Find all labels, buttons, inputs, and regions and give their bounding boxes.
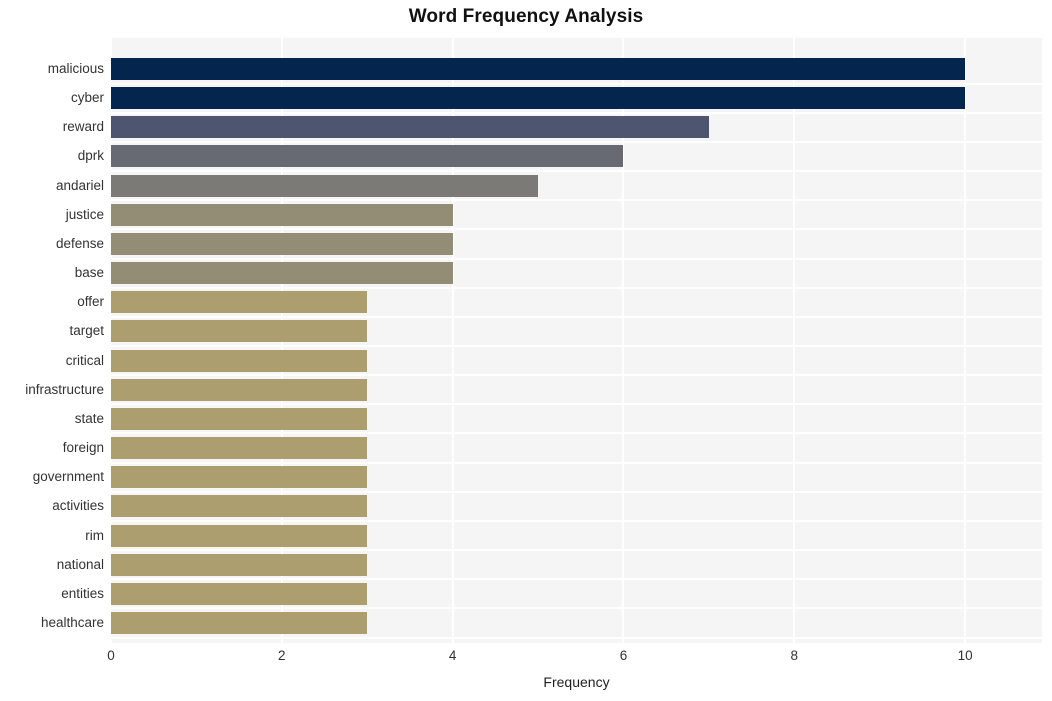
plot-area — [111, 38, 1042, 643]
y-gridline — [111, 315, 1042, 318]
y-axis-tick-labels: malicious cyber reward dprk andariel justice d… — [0, 38, 104, 643]
bar[interactable] — [111, 174, 539, 197]
word-frequency-chart: Word Frequency Analysis malicious cyber re… — [0, 0, 1052, 701]
y-gridline — [111, 228, 1042, 231]
y-axis-tick-label: rim — [85, 527, 104, 543]
x-axis-tick-labels: 0 2 4 6 8 10 — [107, 648, 1042, 668]
bar[interactable] — [111, 262, 453, 285]
bar[interactable] — [111, 611, 368, 634]
chart-title: Word Frequency Analysis — [408, 6, 644, 27]
y-gridline — [111, 344, 1042, 347]
bar[interactable] — [111, 232, 453, 255]
x-axis-title: Frequency — [543, 674, 610, 690]
bar[interactable] — [111, 553, 368, 576]
y-axis-tick-label: target — [69, 323, 104, 339]
bar[interactable] — [111, 437, 368, 460]
y-axis-tick-label: offer — [77, 294, 104, 310]
y-gridline — [111, 199, 1042, 202]
y-axis-tick-label: reward — [62, 119, 104, 135]
x-axis-tick-label: 0 — [107, 648, 115, 663]
y-axis-tick-label: andariel — [55, 177, 104, 193]
x-axis-tick-label: 10 — [957, 648, 973, 663]
bar[interactable] — [111, 407, 368, 430]
y-gridline — [111, 170, 1042, 173]
y-gridline — [111, 286, 1042, 289]
y-gridline — [111, 461, 1042, 464]
x-gridline — [964, 38, 967, 643]
bar[interactable] — [111, 203, 453, 226]
bar[interactable] — [111, 495, 368, 518]
x-axis-tick-label: 2 — [278, 648, 286, 663]
y-axis-tick-label: infrastructure — [25, 381, 104, 397]
y-gridline — [111, 490, 1042, 493]
y-gridline — [111, 636, 1042, 639]
bar[interactable] — [111, 58, 966, 80]
y-gridline — [111, 82, 1042, 85]
y-gridline — [111, 374, 1042, 377]
y-axis-tick-label: government — [32, 469, 104, 485]
y-axis-tick-label: base — [74, 265, 104, 281]
y-gridline — [111, 519, 1042, 522]
y-gridline — [111, 257, 1042, 260]
y-axis-tick-label: dprk — [77, 148, 104, 164]
y-axis-tick-label: defense — [55, 235, 104, 251]
bar[interactable] — [111, 291, 368, 314]
y-gridline — [111, 403, 1042, 406]
bar[interactable] — [111, 524, 368, 547]
y-gridline — [111, 549, 1042, 552]
y-axis-tick-label: foreign — [62, 440, 104, 456]
y-axis-tick-label: healthcare — [40, 614, 104, 630]
bar[interactable] — [111, 378, 368, 401]
x-axis-tick-label: 6 — [619, 648, 628, 663]
x-axis-tick-label: 4 — [448, 648, 457, 663]
x-gridline — [793, 38, 796, 643]
y-axis-tick-label: activities — [52, 498, 104, 514]
bar[interactable] — [111, 349, 368, 372]
y-gridline — [111, 607, 1042, 610]
bar[interactable] — [111, 87, 966, 110]
bar[interactable] — [111, 145, 624, 168]
y-axis-tick-label: cyber — [70, 90, 104, 106]
y-axis-tick-label: state — [74, 410, 104, 426]
y-gridline — [111, 140, 1042, 143]
y-gridline — [111, 111, 1042, 114]
y-gridline — [111, 432, 1042, 435]
y-axis-tick-label: critical — [65, 352, 104, 368]
y-gridline — [111, 578, 1042, 581]
y-axis-tick-label: malicious — [47, 61, 104, 76]
y-axis-tick-label: entities — [61, 585, 104, 601]
bar[interactable] — [111, 320, 368, 343]
bar[interactable] — [111, 116, 709, 139]
x-axis-tick-label: 8 — [790, 648, 799, 663]
y-axis-tick-label: national — [56, 556, 104, 572]
y-axis-tick-label: justice — [65, 206, 104, 222]
bar[interactable] — [111, 582, 368, 605]
bar[interactable] — [111, 466, 368, 489]
